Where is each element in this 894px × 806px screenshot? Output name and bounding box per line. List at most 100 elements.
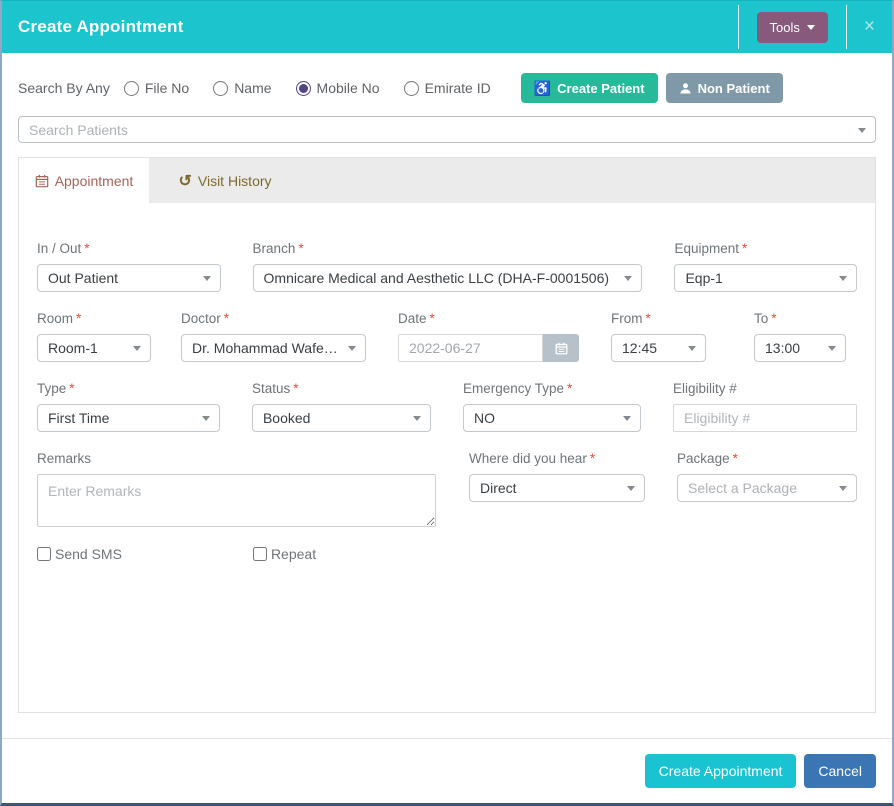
to-time-select[interactable]: 13:00 — [754, 334, 846, 362]
radio-mobile-no-input[interactable] — [296, 81, 311, 96]
from-time-value: 12:45 — [622, 340, 657, 356]
chevron-down-icon — [202, 416, 210, 421]
repeat-checkbox-input[interactable] — [253, 547, 267, 561]
appointment-form: In / Out* Out Patient Branch* Omnicare M… — [18, 203, 876, 713]
send-sms-checkbox[interactable]: Send SMS — [37, 546, 122, 562]
date-input[interactable] — [398, 334, 543, 362]
equipment-label: Equipment* — [674, 241, 857, 256]
send-sms-checkbox-input[interactable] — [37, 547, 51, 561]
doctor-value: Dr. Mohammad Wafeek ... — [192, 340, 339, 356]
where-did-you-hear-value: Direct — [480, 480, 517, 496]
date-label: Date* — [398, 311, 579, 326]
tab-appointment-label: Appointment — [55, 173, 134, 189]
status-value: Booked — [263, 410, 310, 426]
package-select[interactable]: Select a Package — [677, 474, 857, 502]
radio-name-label: Name — [234, 80, 271, 96]
tools-button[interactable]: Tools — [757, 12, 828, 43]
remarks-label: Remarks — [37, 451, 436, 466]
close-icon[interactable]: × — [847, 16, 892, 38]
doctor-select[interactable]: Dr. Mohammad Wafeek ... — [181, 334, 366, 362]
create-patient-button[interactable]: ♿ Create Patient — [521, 73, 658, 103]
create-appointment-button[interactable]: Create Appointment — [645, 754, 797, 788]
header-divider — [738, 5, 739, 49]
page-title: Create Appointment — [18, 17, 183, 37]
radio-file-no-input[interactable] — [124, 81, 139, 96]
chevron-down-icon — [807, 25, 815, 30]
from-label: From* — [611, 311, 706, 326]
radio-name[interactable]: Name — [213, 80, 271, 96]
send-sms-label: Send SMS — [55, 546, 122, 562]
emergency-type-select[interactable]: NO — [463, 404, 641, 432]
chevron-down-icon — [688, 346, 696, 351]
radio-file-no[interactable]: File No — [124, 80, 189, 96]
calendar-button[interactable] — [543, 334, 579, 362]
search-by-label: Search By Any — [18, 80, 110, 96]
package-label: Package* — [677, 451, 857, 466]
tab-visit-history[interactable]: ↺ Visit History — [149, 158, 301, 203]
status-select[interactable]: Booked — [252, 404, 431, 432]
branch-label: Branch* — [253, 241, 643, 256]
equipment-select[interactable]: Eqp-1 — [674, 264, 857, 292]
equipment-value: Eqp-1 — [685, 270, 722, 286]
cancel-button[interactable]: Cancel — [804, 754, 876, 788]
chevron-down-icon — [133, 346, 141, 351]
calendar-icon — [35, 174, 49, 188]
modal-footer: Create Appointment Cancel — [2, 738, 892, 803]
date-group — [398, 334, 579, 362]
modal-header: Create Appointment Tools × — [2, 1, 892, 53]
to-time-value: 13:00 — [765, 340, 800, 356]
non-patient-label: Non Patient — [698, 81, 770, 96]
header-actions: Tools × — [738, 1, 892, 53]
tab-appointment[interactable]: Appointment — [19, 158, 149, 203]
where-did-you-hear-label: Where did you hear* — [469, 451, 645, 466]
type-label: Type* — [37, 381, 220, 396]
chevron-down-icon — [839, 276, 847, 281]
radio-emirate-id[interactable]: Emirate ID — [404, 80, 491, 96]
branch-select[interactable]: Omnicare Medical and Aesthetic LLC (DHA-… — [253, 264, 643, 292]
chevron-down-icon — [839, 486, 847, 491]
eligibility-label: Eligibility # — [673, 381, 857, 396]
wheelchair-icon: ♿ — [534, 80, 551, 97]
type-select[interactable]: First Time — [37, 404, 220, 432]
package-placeholder: Select a Package — [688, 480, 797, 496]
to-label: To* — [754, 311, 846, 326]
from-time-select[interactable]: 12:45 — [611, 334, 706, 362]
chevron-down-icon — [413, 416, 421, 421]
radio-file-no-label: File No — [145, 80, 189, 96]
radio-mobile-no-label: Mobile No — [317, 80, 380, 96]
radio-emirate-id-input[interactable] — [404, 81, 419, 96]
patient-search-select[interactable]: Search Patients — [18, 116, 876, 143]
patient-search-placeholder: Search Patients — [29, 122, 128, 138]
doctor-label: Doctor* — [181, 311, 366, 326]
radio-mobile-no[interactable]: Mobile No — [296, 80, 380, 96]
create-appointment-modal: Create Appointment Tools × Search By Any… — [0, 0, 894, 806]
chevron-down-icon — [858, 128, 866, 133]
in-out-select[interactable]: Out Patient — [37, 264, 221, 292]
eligibility-input[interactable] — [673, 404, 857, 432]
room-select[interactable]: Room-1 — [37, 334, 151, 362]
radio-emirate-id-label: Emirate ID — [425, 80, 491, 96]
emergency-type-value: NO — [474, 410, 495, 426]
chevron-down-icon — [627, 486, 635, 491]
branch-value: Omnicare Medical and Aesthetic LLC (DHA-… — [264, 270, 610, 286]
history-icon: ↺ — [178, 171, 191, 191]
radio-name-input[interactable] — [213, 81, 228, 96]
room-label: Room* — [37, 311, 151, 326]
chevron-down-icon — [624, 276, 632, 281]
chevron-down-icon — [828, 346, 836, 351]
create-patient-label: Create Patient — [557, 81, 644, 96]
chevron-down-icon — [203, 276, 211, 281]
chevron-down-icon — [348, 346, 356, 351]
room-value: Room-1 — [48, 340, 98, 356]
non-patient-button[interactable]: Non Patient — [666, 73, 783, 103]
chevron-down-icon — [623, 416, 631, 421]
where-did-you-hear-select[interactable]: Direct — [469, 474, 645, 502]
calendar-icon — [555, 342, 568, 355]
person-icon — [679, 82, 692, 95]
repeat-checkbox[interactable]: Repeat — [253, 546, 316, 562]
remarks-textarea[interactable] — [37, 474, 436, 527]
tab-bar: Appointment ↺ Visit History — [18, 157, 876, 203]
in-out-value: Out Patient — [48, 270, 118, 286]
type-value: First Time — [48, 410, 109, 426]
tab-visit-history-label: Visit History — [198, 173, 272, 189]
